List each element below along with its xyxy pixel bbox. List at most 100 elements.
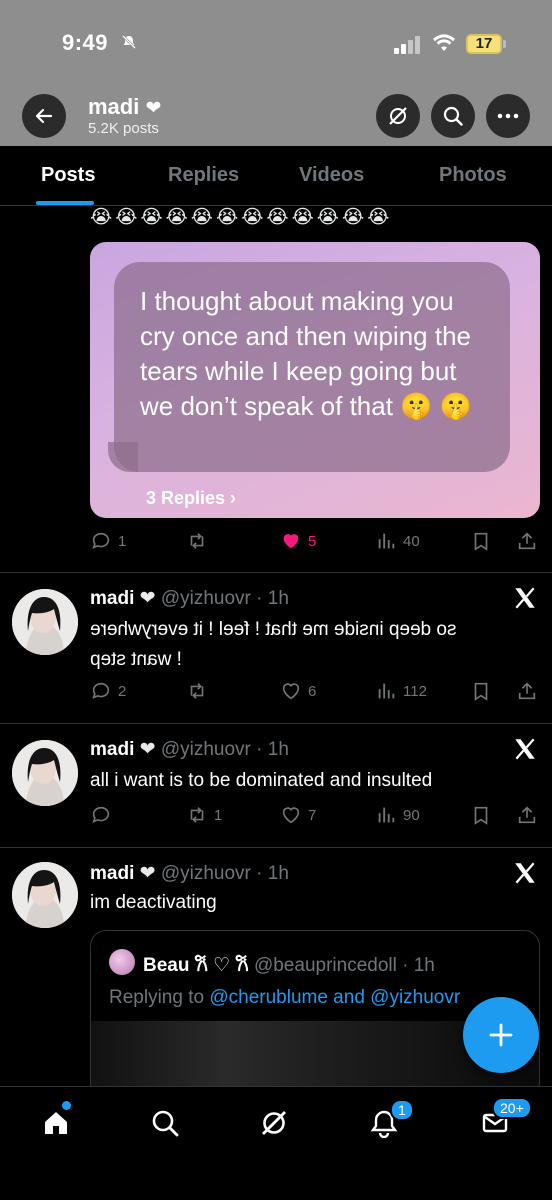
tweet-header: madi ❤ @yizhuovr · 1h <box>90 862 289 885</box>
avatar[interactable] <box>12 740 78 806</box>
bookmark-icon <box>474 682 488 701</box>
silent-mode-icon <box>121 34 137 54</box>
author-handle[interactable]: @yizhuovr · 1h <box>161 588 289 609</box>
reply-count: 1 <box>118 532 127 550</box>
tab-replies[interactable]: Replies <box>168 164 239 187</box>
repost-button[interactable] <box>186 680 208 702</box>
replies-link[interactable]: 3 Replies › <box>146 488 236 509</box>
nav-search[interactable] <box>147 1105 183 1141</box>
like-button[interactable]: 6 <box>280 680 316 702</box>
grok-icon <box>389 107 407 125</box>
quote-avatar[interactable] <box>109 949 135 975</box>
tweet[interactable]: madi ❤ @yizhuovr · 1h all i want is to b… <box>0 724 552 848</box>
x-logo-icon <box>512 860 538 886</box>
share-button[interactable] <box>516 804 538 826</box>
tweet-text-line: so deep inside me that ! feel ! it every… <box>90 619 457 640</box>
reply-button[interactable] <box>90 804 112 826</box>
heart-icon: ❤ <box>145 98 162 119</box>
compose-button[interactable] <box>463 997 539 1073</box>
profile-header: 9:49 17 madi ❤ 5.2K posts <box>0 0 552 146</box>
message-bubble: I thought about making you cry once and … <box>114 262 510 472</box>
repost-button[interactable] <box>186 530 208 552</box>
tweet-header: madi ❤ @yizhuovr · 1h <box>90 738 289 761</box>
home-notification-dot <box>62 1101 71 1110</box>
author-handle[interactable]: @yizhuovr · 1h <box>161 863 289 884</box>
replying-to: Replying to @cherublume and @yizhuovr <box>109 987 460 1009</box>
tweet[interactable]: madi ❤ @yizhuovr · 1h so deep inside me … <box>0 573 552 723</box>
repost-button[interactable]: 1 <box>186 804 222 826</box>
x-logo-icon <box>512 736 538 762</box>
author-handle[interactable]: @yizhuovr · 1h <box>161 739 289 760</box>
bookmark-button[interactable] <box>470 680 492 702</box>
heart-outline-icon <box>282 683 300 700</box>
share-button[interactable] <box>516 680 538 702</box>
heart-icon: ❤ <box>139 739 156 760</box>
tab-photos[interactable]: Photos <box>439 164 507 187</box>
reply-icon <box>92 532 110 549</box>
search-icon <box>152 1110 179 1137</box>
heart-icon: ❤ <box>139 588 156 609</box>
views-icon <box>378 807 395 823</box>
more-button[interactable] <box>486 94 530 138</box>
back-button[interactable] <box>22 94 66 138</box>
quote-author-name[interactable]: Beau 𐙚 ♡ 𐙚 <box>143 955 249 976</box>
tweet-text: im deactivating <box>90 892 217 913</box>
share-button[interactable] <box>516 530 538 552</box>
views-button[interactable]: 90 <box>375 804 420 826</box>
views-icon <box>378 533 395 549</box>
quote-author-handle[interactable]: @beauprincedoll · 1h <box>254 955 435 976</box>
arrow-left-icon <box>35 108 53 124</box>
reply-button[interactable]: 2 <box>90 680 126 702</box>
bookmark-button[interactable] <box>470 530 492 552</box>
repost-icon <box>190 683 204 699</box>
avatar[interactable] <box>12 862 78 928</box>
tweet-actions: 1 7 90 <box>90 804 540 830</box>
bookmark-button[interactable] <box>470 804 492 826</box>
author-name[interactable]: madi <box>90 863 134 884</box>
view-count: 112 <box>403 682 427 700</box>
battery-nub <box>503 40 506 48</box>
post-actions: 1 5 40 <box>90 530 540 556</box>
signal-icon <box>394 36 422 54</box>
heart-icon: ❤ <box>139 863 156 884</box>
notifications-badge: 1 <box>390 1099 414 1121</box>
tab-videos[interactable]: Videos <box>299 164 364 187</box>
like-button[interactable]: 5 <box>280 530 316 552</box>
bottom-nav: 1 20+ <box>0 1086 552 1200</box>
post-count: 5.2K posts <box>88 120 159 137</box>
heart-outline-icon <box>282 807 300 824</box>
share-icon <box>518 682 536 700</box>
profile-name: madi ❤ <box>88 94 162 119</box>
grok-button[interactable] <box>376 94 420 138</box>
avatar[interactable] <box>12 589 78 655</box>
like-count: 6 <box>308 682 317 700</box>
replying-users-link[interactable]: @cherublume and @yizhuovr <box>209 987 460 1008</box>
author-name[interactable]: madi <box>90 588 134 609</box>
views-button[interactable]: 40 <box>375 530 420 552</box>
more-icon <box>497 113 519 119</box>
battery-indicator: 17 <box>466 34 502 54</box>
x-logo-icon <box>512 585 538 611</box>
grok-icon <box>262 1111 286 1135</box>
share-icon <box>518 806 536 824</box>
replying-prefix: Replying to <box>109 987 210 1008</box>
like-count: 5 <box>308 532 317 550</box>
nav-home[interactable] <box>38 1105 74 1141</box>
nav-grok[interactable] <box>256 1105 292 1141</box>
reply-button[interactable]: 1 <box>90 530 126 552</box>
status-time: 9:49 <box>62 30 109 55</box>
share-icon <box>518 532 536 550</box>
tab-posts[interactable]: Posts <box>41 164 95 187</box>
post-media-image[interactable]: I thought about making you cry once and … <box>90 242 540 518</box>
tweet-text: so deep inside me that ! feel ! it every… <box>90 615 456 675</box>
bookmark-icon <box>474 806 488 825</box>
reply-icon <box>92 806 110 823</box>
heart-filled-icon <box>283 534 299 549</box>
post-emoji-text: 😭😭😭😭😭😭😭😭😭😭😭😭 <box>90 207 393 228</box>
bubble-text: I thought about making you cry once and … <box>140 286 473 421</box>
views-icon <box>378 683 395 699</box>
search-button[interactable] <box>431 94 475 138</box>
like-button[interactable]: 7 <box>280 804 316 826</box>
author-name[interactable]: madi <box>90 739 134 760</box>
views-button[interactable]: 112 <box>375 680 427 702</box>
